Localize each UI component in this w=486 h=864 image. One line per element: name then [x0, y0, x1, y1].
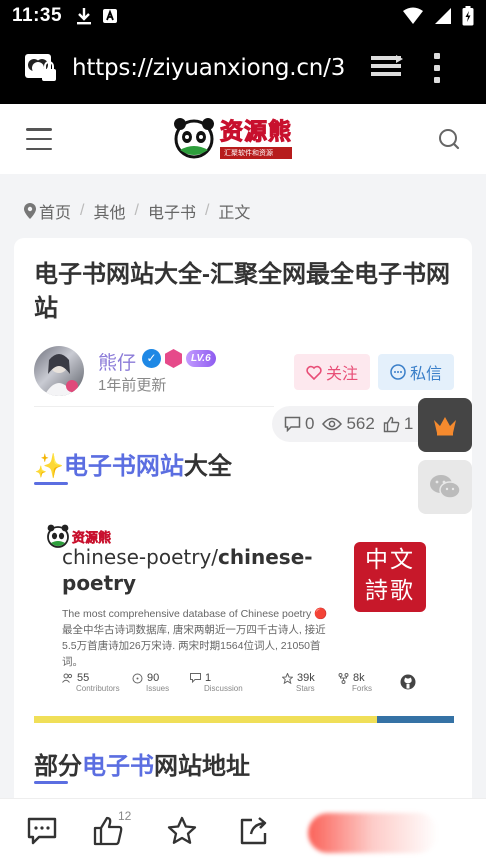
panda-logo-icon	[174, 118, 214, 159]
status-bar: 11:35	[0, 0, 486, 32]
comment-count[interactable]: 0	[284, 414, 314, 434]
url-text[interactable]: https://ziyuanxiong.cn/32	[72, 55, 344, 81]
view-count: 562	[322, 414, 375, 434]
metric-stars: 39k Stars	[282, 672, 338, 693]
breadcrumb-other[interactable]: 其他	[93, 199, 125, 223]
breadcrumb-ebook[interactable]: 电子书	[148, 199, 196, 223]
favorite-star-icon[interactable]	[166, 815, 198, 847]
author-badges: ✓ LV.6	[142, 349, 216, 368]
fork-icon	[338, 672, 349, 684]
github-repo-preview[interactable]: 资源熊 chinese-poetry/chinese-poetry The mo…	[34, 520, 454, 723]
language-bar-javascript	[34, 716, 377, 723]
issue-icon	[132, 673, 143, 683]
language-bar-python	[377, 716, 454, 723]
message-label: 私信	[409, 366, 442, 383]
logo-subtitle: 汇聚软件和资源	[220, 146, 292, 159]
thumb-up-icon	[383, 416, 400, 432]
like-count[interactable]: 1	[383, 414, 413, 434]
app-notification-icon	[103, 9, 118, 23]
section-heading-sites: ✨电子书网站大全	[34, 453, 232, 480]
heading-underline	[34, 482, 68, 485]
section-heading-addresses: 部分电子书网站地址	[34, 753, 250, 780]
repo-title: chinese-poetry/chinese-poetry	[62, 545, 313, 595]
hamburger-menu-icon[interactable]	[26, 128, 52, 150]
like-action-count: 12	[118, 809, 132, 823]
message-button[interactable]: 私信	[378, 354, 454, 390]
bottom-action-bar: 12	[0, 798, 486, 864]
action-highlight-button[interactable]	[308, 813, 438, 853]
vip-float-button[interactable]	[418, 398, 472, 452]
vip-hexagon-icon	[165, 349, 182, 368]
chat-bubble-icon	[390, 364, 406, 380]
language-bar	[34, 716, 454, 723]
wechat-icon	[430, 475, 461, 499]
metric-issues: 90 Issues	[132, 672, 190, 693]
breadcrumb-home[interactable]: 首页	[39, 199, 71, 223]
author-row: 熊仔 ✓ LV.6 1年前更新 关注 私信	[34, 346, 454, 396]
battery-icon	[462, 6, 474, 26]
comment-icon	[284, 416, 301, 432]
sparkle-icon: ✨	[34, 453, 64, 480]
divider	[34, 406, 274, 407]
status-time: 11:35	[12, 5, 63, 26]
download-icon	[77, 8, 92, 25]
browser-menu-icon[interactable]	[432, 53, 442, 83]
search-icon[interactable]	[438, 128, 460, 150]
article-title: 电子书网站大全-汇聚全网最全电子书网站	[34, 261, 450, 322]
wifi-icon	[403, 7, 423, 24]
site-header: 资源熊 汇聚软件和资源	[0, 104, 486, 174]
repo-stamp-image: 中文 詩歌	[354, 542, 426, 612]
site-logo[interactable]: 资源熊 汇聚软件和资源	[172, 116, 292, 160]
heart-icon	[306, 365, 322, 380]
article-card: 电子书网站大全-汇聚全网最全电子书网站 熊仔 ✓ LV.6 1年前更新 关注 私…	[14, 238, 472, 864]
wechat-float-button[interactable]	[418, 460, 472, 514]
browser-url-bar: https://ziyuanxiong.cn/32	[0, 32, 486, 104]
tabs-icon[interactable]	[370, 53, 404, 83]
signal-icon	[435, 8, 451, 24]
star-icon	[282, 672, 293, 684]
metric-discussion: 1 Discussion	[190, 672, 282, 693]
location-pin-icon	[24, 203, 36, 219]
author-name[interactable]: 熊仔	[98, 348, 136, 375]
github-icon	[400, 674, 416, 690]
site-favicon-lock-icon[interactable]	[24, 51, 58, 85]
avatar[interactable]	[34, 346, 84, 396]
crown-icon	[434, 417, 456, 436]
metric-contributors: 55 Contributors	[62, 672, 132, 693]
eye-icon	[322, 417, 343, 431]
repo-metrics: 55 Contributors 90 Issues 1 Discussion 3…	[62, 672, 442, 693]
follow-label: 关注	[325, 366, 358, 383]
people-icon	[62, 673, 73, 683]
follow-button[interactable]: 关注	[294, 354, 370, 390]
breadcrumb-current: 正文	[218, 205, 251, 222]
verified-check-icon: ✓	[142, 349, 161, 368]
heading-underline-2	[34, 781, 68, 784]
share-icon[interactable]	[238, 815, 270, 847]
logo-title: 资源熊	[220, 118, 292, 145]
update-time: 1年前更新	[98, 377, 167, 394]
level-badge: LV.6	[186, 350, 216, 367]
metric-forks: 8k Forks	[338, 672, 400, 693]
comment-action-icon[interactable]	[26, 815, 58, 847]
discussion-icon	[190, 673, 201, 683]
breadcrumb: 首页 / 其他 / 电子书 / 正文	[24, 199, 250, 223]
repo-description: The most comprehensive database of Chine…	[62, 608, 328, 668]
